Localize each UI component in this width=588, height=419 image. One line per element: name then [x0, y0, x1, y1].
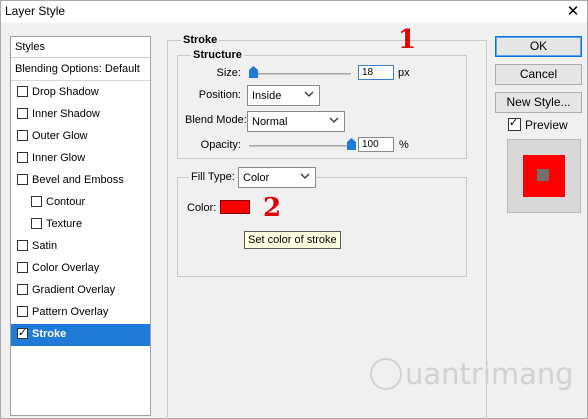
close-icon[interactable]: ✕ — [563, 2, 583, 22]
style-item-outer-glow[interactable]: Outer Glow — [11, 126, 150, 148]
style-item-gradient-overlay[interactable]: Gradient Overlay — [11, 280, 150, 302]
size-label: Size: — [216, 67, 241, 79]
preview-fill — [537, 169, 549, 181]
style-item-inner-glow[interactable]: Inner Glow — [11, 148, 150, 170]
checkbox-checked[interactable] — [17, 326, 28, 339]
checkbox[interactable] — [17, 262, 28, 273]
chevron-down-icon — [300, 173, 310, 179]
checkbox[interactable] — [17, 152, 28, 163]
blend-mode-select[interactable]: Normal — [247, 111, 345, 132]
layer-style-dialog: Layer Style ✕ Styles Blending Options: D… — [0, 0, 588, 419]
opacity-input[interactable]: 100 — [358, 137, 394, 152]
style-item-pattern-overlay[interactable]: Pattern Overlay — [11, 302, 150, 324]
annotation-2: 2 — [263, 193, 282, 223]
fill-type-group — [177, 177, 467, 277]
color-tooltip: Set color of stroke — [244, 231, 341, 249]
new-style-button[interactable]: New Style... — [495, 92, 582, 113]
checkbox[interactable] — [31, 196, 42, 207]
chevron-down-icon — [329, 117, 339, 123]
position-select-value: Inside — [252, 90, 282, 102]
title-bar: Layer Style ✕ — [1, 1, 587, 23]
opacity-label: Opacity: — [200, 139, 241, 151]
blend-mode-label: Blend Mode: — [185, 114, 247, 126]
checkbox[interactable] — [17, 174, 28, 185]
watermark: uantrimang — [370, 357, 574, 391]
style-item-inner-shadow[interactable]: Inner Shadow — [11, 104, 150, 126]
opacity-slider-thumb[interactable] — [346, 138, 356, 150]
style-item-drop-shadow[interactable]: Drop Shadow — [11, 82, 150, 104]
color-label: Color: — [187, 202, 217, 214]
annotation-1: 1 — [398, 25, 417, 55]
style-item-stroke[interactable]: Stroke — [11, 324, 150, 346]
style-item-color-overlay[interactable]: Color Overlay — [11, 258, 150, 280]
fill-type-label: Fill Type: — [189, 171, 237, 183]
blend-mode-select-value: Normal — [252, 116, 288, 128]
opacity-unit: % — [399, 139, 409, 151]
style-item-contour[interactable]: Contour — [11, 192, 150, 214]
structure-legend: Structure — [191, 49, 244, 61]
styles-header[interactable]: Styles — [11, 37, 150, 58]
watermark-logo-icon — [370, 358, 402, 390]
preview-label: Preview — [525, 118, 568, 132]
checkbox[interactable] — [17, 86, 28, 97]
fill-type-select[interactable]: Color — [238, 167, 316, 188]
checkbox[interactable] — [17, 240, 28, 251]
position-label: Position: — [198, 89, 241, 101]
opacity-slider[interactable] — [249, 145, 351, 147]
window-title: Layer Style — [5, 4, 66, 18]
checkbox[interactable] — [17, 284, 28, 295]
checkbox[interactable] — [17, 130, 28, 141]
checkbox[interactable] — [17, 108, 28, 119]
style-item-satin[interactable]: Satin — [11, 236, 150, 258]
ok-button[interactable]: OK — [495, 36, 582, 57]
style-item-bevel-and-emboss[interactable]: Bevel and Emboss — [11, 170, 150, 192]
style-item-texture[interactable]: Texture — [11, 214, 150, 236]
styles-list: Styles Blending Options: Default Drop Sh… — [10, 36, 151, 416]
stroke-legend: Stroke — [181, 34, 220, 46]
cancel-button[interactable]: Cancel — [495, 64, 582, 85]
preview-toggle[interactable]: Preview — [508, 116, 568, 132]
preview-stroke-swatch — [523, 155, 565, 197]
size-unit: px — [398, 67, 410, 79]
stroke-color-swatch[interactable] — [220, 200, 250, 214]
fill-type-select-value: Color — [243, 172, 270, 184]
blending-options-item[interactable]: Blending Options: Default — [11, 59, 150, 81]
checkbox[interactable] — [17, 306, 28, 317]
preview-thumbnail — [507, 139, 581, 213]
preview-checkbox[interactable] — [508, 116, 521, 131]
size-slider-thumb[interactable] — [248, 66, 258, 78]
position-select[interactable]: Inside — [247, 85, 320, 106]
size-slider[interactable] — [249, 73, 351, 75]
size-input[interactable]: 18 — [358, 65, 394, 80]
chevron-down-icon — [304, 91, 314, 97]
checkbox[interactable] — [31, 218, 42, 229]
